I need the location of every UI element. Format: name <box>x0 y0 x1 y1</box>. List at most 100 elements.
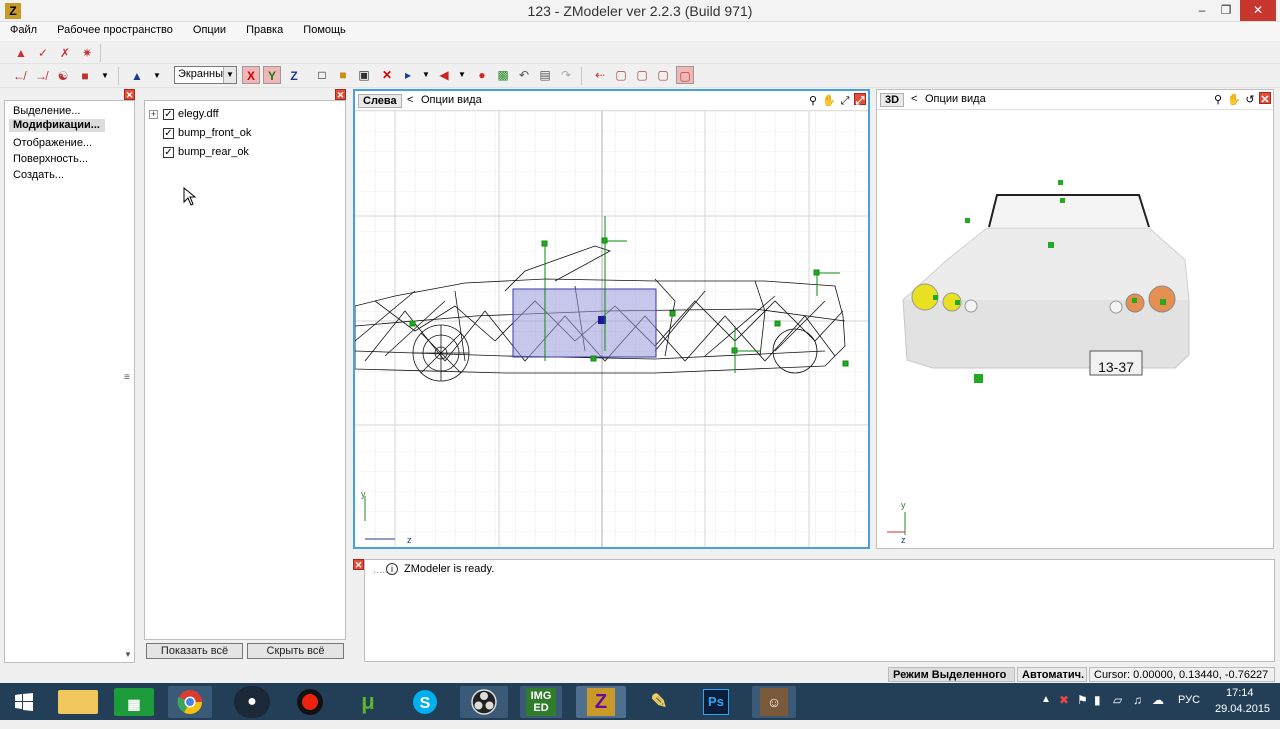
close-icon[interactable]: ✕ <box>1259 92 1271 106</box>
box-view-3-icon[interactable]: ▢ <box>654 66 672 84</box>
tray-volume-icon[interactable]: ♫ <box>1133 693 1142 707</box>
chevron-down-icon[interactable]: ▼ <box>417 66 435 84</box>
steam-icon[interactable]: ● <box>234 686 270 718</box>
close-icon[interactable]: ✕ <box>124 89 135 100</box>
record-icon[interactable] <box>290 686 330 718</box>
close-button[interactable]: ✕ <box>1240 0 1276 21</box>
axis-y-toggle[interactable]: Y <box>263 66 281 84</box>
menu-edit[interactable]: Правка <box>236 22 290 36</box>
zoom-icon[interactable]: ⚲ <box>806 94 820 108</box>
view-mode-select[interactable]: Экранны ▼ <box>174 66 237 84</box>
record-sphere-icon[interactable]: ● <box>473 66 491 84</box>
keyboard-language[interactable]: РУС <box>1178 694 1200 706</box>
viewport-tools: ⚲ ✋ ↺ ✕ <box>1209 92 1271 108</box>
box-view-active-icon[interactable]: ▢ <box>676 66 694 84</box>
img-editor-icon[interactable]: IMG ED <box>520 686 562 718</box>
clock-time[interactable]: 17:14 <box>1226 687 1254 699</box>
cmd-surface[interactable]: Поверхность... <box>13 153 88 165</box>
tray-app-icon[interactable]: ✖ <box>1059 693 1069 707</box>
chrome-icon[interactable] <box>168 686 212 718</box>
photoshop-icon[interactable]: Ps <box>694 686 738 718</box>
scale-icon[interactable]: ✓ <box>34 44 52 62</box>
menu-workspace[interactable]: Рабочее пространство <box>47 22 180 36</box>
open-folder-icon[interactable]: ■ <box>334 66 352 84</box>
close-icon[interactable]: ⤢ <box>854 93 866 107</box>
file-explorer-icon[interactable] <box>58 690 98 714</box>
undo-icon[interactable]: ↶ <box>515 66 533 84</box>
select-face-icon[interactable]: ↛ <box>32 67 50 85</box>
pan-hand-icon[interactable]: ✋ <box>1227 93 1241 107</box>
box-view-2-icon[interactable]: ▢ <box>633 66 651 84</box>
gta-icon[interactable]: ☺ <box>752 686 796 718</box>
select-object-icon[interactable]: ☯ <box>54 67 72 85</box>
checkbox-icon[interactable]: ✓ <box>163 109 174 120</box>
restore-button[interactable]: ❐ <box>1212 0 1240 21</box>
expand-icon[interactable]: + <box>149 110 158 119</box>
maximize-icon[interactable]: ⤢ <box>838 94 852 108</box>
chevron-down-icon[interactable]: ▼ <box>223 67 236 83</box>
save-icon[interactable]: ▣ <box>355 66 373 84</box>
viewport-prev-icon[interactable]: < <box>911 93 917 105</box>
chevron-down-icon[interactable]: ▼ <box>96 67 114 85</box>
pan-hand-icon[interactable]: ✋ <box>822 94 836 108</box>
lock-icon[interactable]: ▲ <box>12 44 30 62</box>
zoom-icon[interactable]: ⚲ <box>1211 93 1225 107</box>
checkbox-icon[interactable]: ✓ <box>163 128 174 139</box>
tray-network-icon[interactable]: ▱ <box>1113 693 1122 707</box>
viewport-name[interactable]: 3D <box>880 93 905 107</box>
selected-door-mesh <box>512 288 657 358</box>
close-icon[interactable]: ✕ <box>335 89 346 100</box>
viewport-3d[interactable]: 3D < Опции вида ⚲ ✋ ↺ ✕ 13-37 y z <box>876 89 1274 549</box>
scroll-down-icon[interactable]: ▼ <box>124 650 132 659</box>
export-icon[interactable]: ◀ <box>435 66 453 84</box>
tray-battery-icon[interactable]: ▮ <box>1094 693 1101 707</box>
paint-icon[interactable]: ✎ <box>637 686 681 718</box>
tray-expand-icon[interactable]: ▲ <box>1041 694 1051 705</box>
menu-help[interactable]: Помощь <box>293 22 353 36</box>
viewport-prev-icon[interactable]: < <box>407 94 413 106</box>
move-icon[interactable]: ✗ <box>56 44 74 62</box>
splitter-grip[interactable]: ≡ <box>124 372 130 383</box>
status-cursor: Cursor: 0.00000, 0.13440, -0.76227 <box>1089 667 1275 682</box>
box-view-icon[interactable]: ▢ <box>612 66 630 84</box>
cmd-selection[interactable]: Выделение... <box>13 105 80 117</box>
viewport-left[interactable]: Слева < Опции вида ⚲ ✋ ⤢ ⤢ y z <box>353 89 870 549</box>
material-icon[interactable]: ▩ <box>494 66 512 84</box>
zmodeler-taskbar-icon[interactable]: Z <box>576 686 626 718</box>
axis-z-toggle[interactable]: Z <box>285 66 303 84</box>
snap-icon[interactable]: ⇠ <box>591 66 609 84</box>
tray-flag-icon[interactable]: ⚑ <box>1077 693 1088 707</box>
obs-icon[interactable] <box>460 686 508 718</box>
chevron-down-icon[interactable]: ▼ <box>453 66 471 84</box>
close-icon[interactable]: ✕ <box>353 559 364 570</box>
menu-options[interactable]: Опции <box>183 22 233 36</box>
chevron-down-icon[interactable]: ▼ <box>148 67 166 85</box>
show-all-button[interactable]: Показать всё <box>146 643 243 659</box>
rotate-view-icon[interactable]: ↺ <box>1243 93 1257 107</box>
redo-icon[interactable]: ↷ <box>557 66 575 84</box>
select-mode-icon[interactable]: ■ <box>76 67 94 85</box>
cmd-modifications[interactable]: Модификации... <box>9 119 105 132</box>
rotate-icon[interactable]: ✷ <box>78 44 96 62</box>
viewport-name[interactable]: Слева <box>358 94 402 108</box>
skype-icon[interactable]: S <box>405 686 445 718</box>
delete-icon[interactable]: ✕ <box>378 66 396 84</box>
clock-date[interactable]: 29.04.2015 <box>1215 703 1270 715</box>
viewport-options[interactable]: Опции вида <box>421 94 482 106</box>
store-icon[interactable]: ▦ <box>114 688 154 716</box>
import-icon[interactable]: ▸ <box>399 66 417 84</box>
axis-x-toggle[interactable]: X <box>242 66 260 84</box>
select-vertex-icon[interactable]: ↚ <box>10 67 28 85</box>
tray-cloud-icon[interactable]: ☁ <box>1152 693 1164 707</box>
menu-file[interactable]: Файл <box>0 22 44 36</box>
hide-all-button[interactable]: Скрыть всё <box>247 643 344 659</box>
utorrent-icon[interactable]: μ <box>348 686 388 718</box>
windows-start-icon[interactable] <box>4 686 44 718</box>
new-file-icon[interactable]: □ <box>313 66 331 84</box>
cmd-display[interactable]: Отображение... <box>13 137 92 149</box>
checkbox-icon[interactable]: ✓ <box>163 147 174 158</box>
notes-icon[interactable]: ▤ <box>536 66 554 84</box>
pivot-icon[interactable]: ▲ <box>128 67 146 85</box>
cmd-create[interactable]: Создать... <box>13 169 64 181</box>
viewport-options[interactable]: Опции вида <box>925 93 986 105</box>
